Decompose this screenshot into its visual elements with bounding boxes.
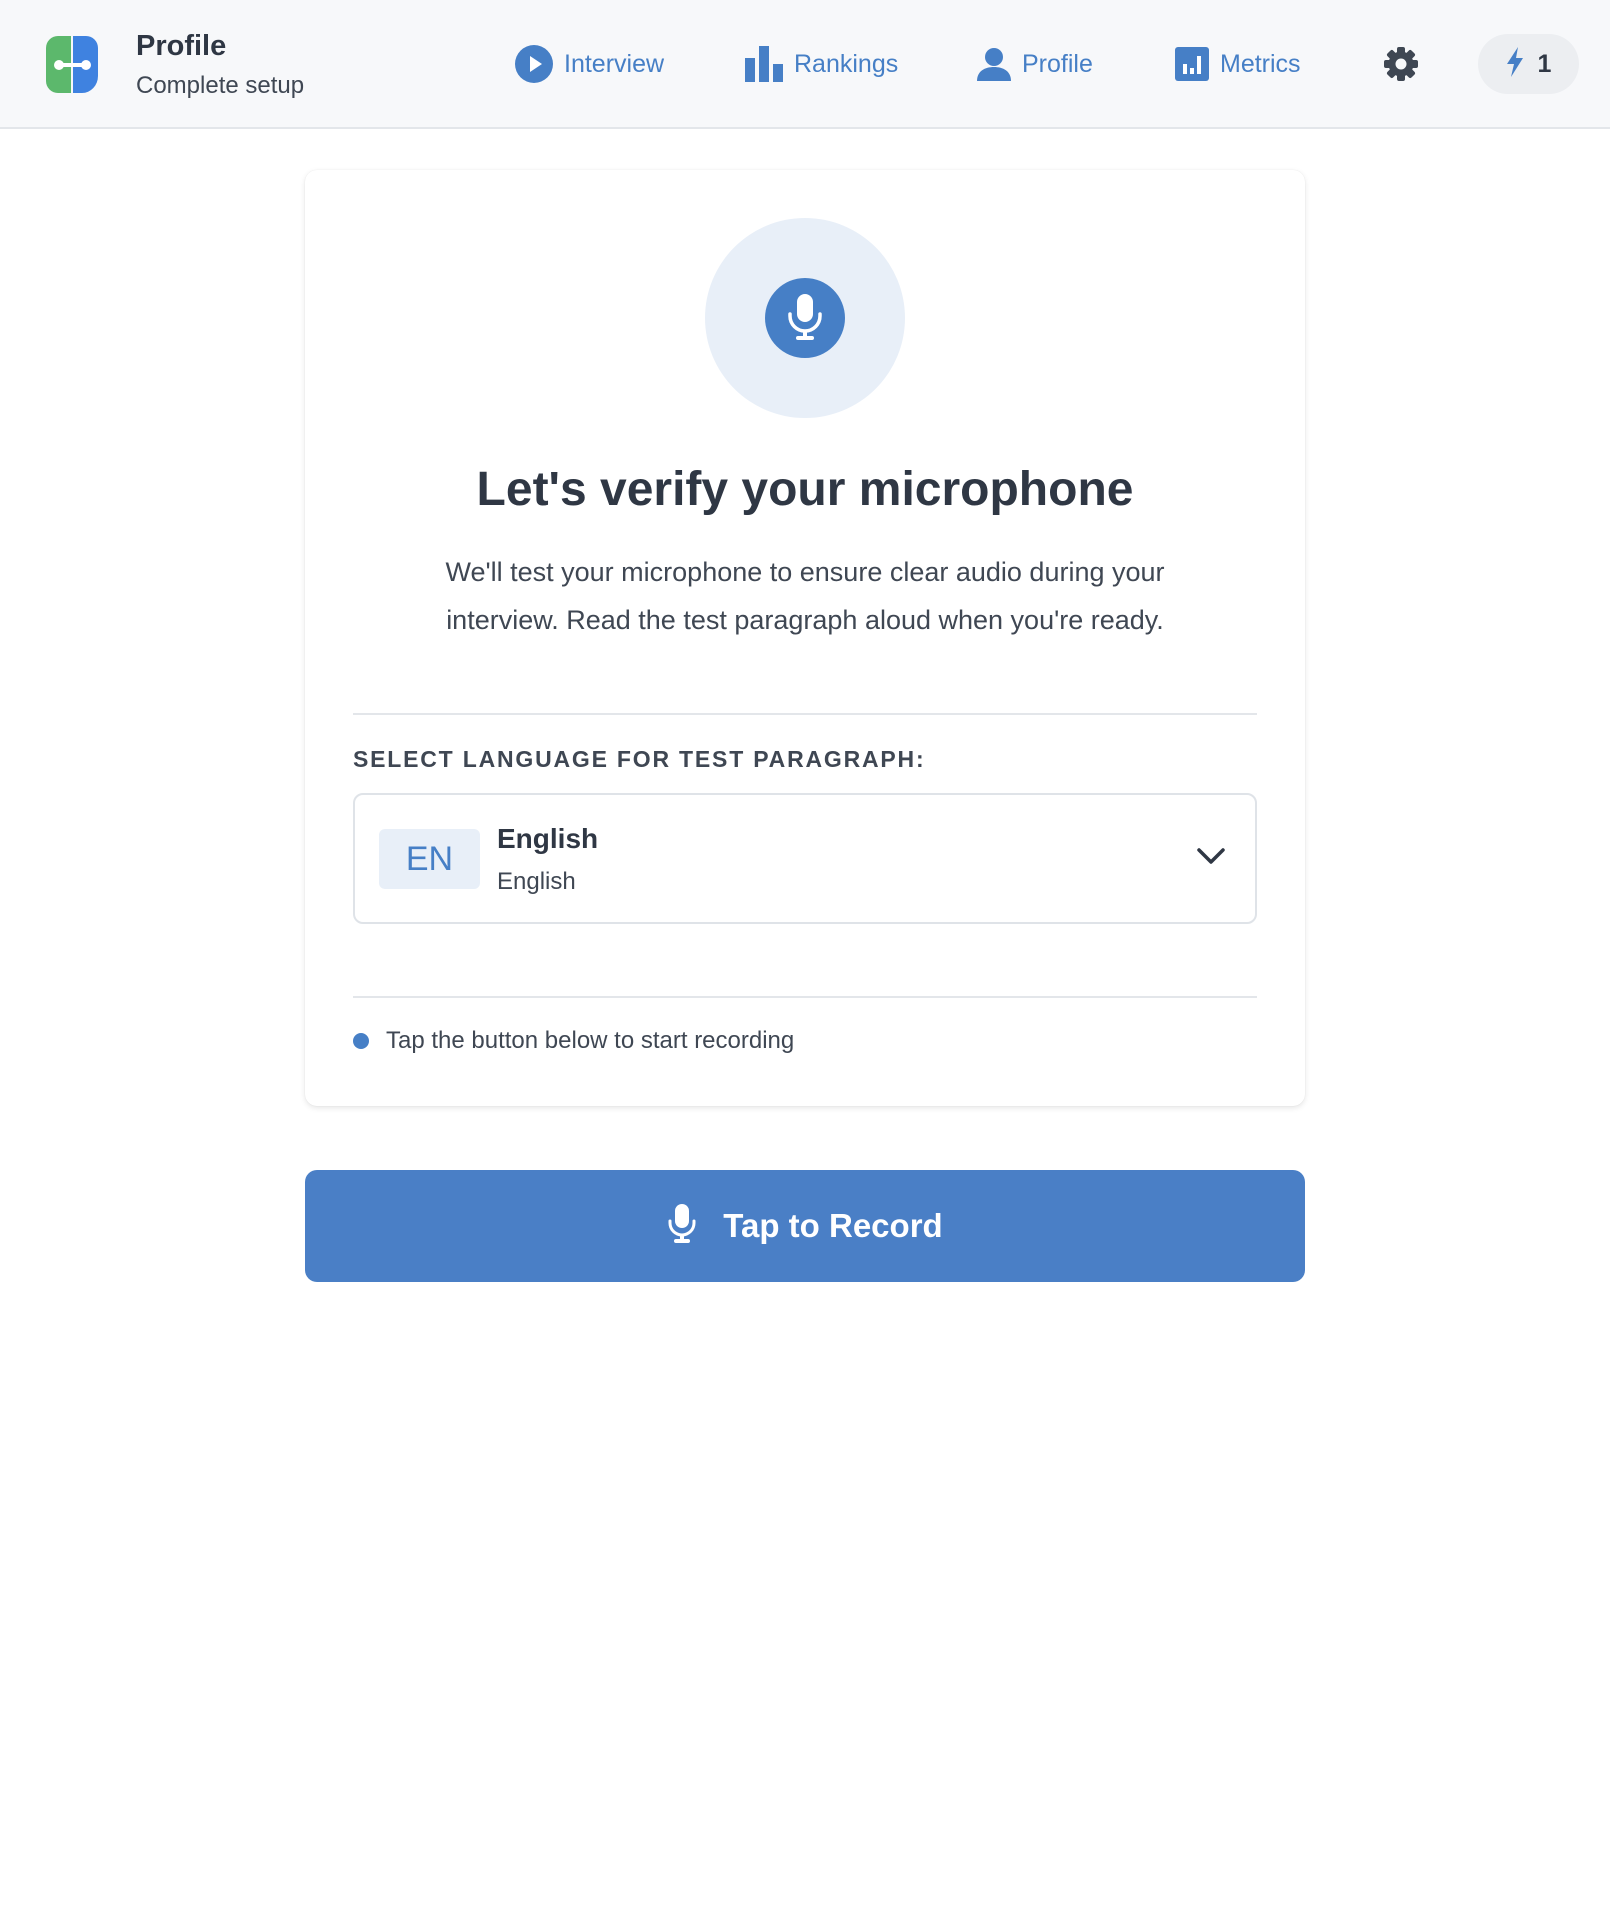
nav-interview-label: Interview xyxy=(564,49,665,78)
nav-rankings[interactable]: Rankings xyxy=(745,42,898,86)
gear-icon[interactable] xyxy=(1383,46,1419,82)
nav-metrics[interactable]: Metrics xyxy=(1175,42,1301,86)
top-header: Profile Complete setup Interview Ranking… xyxy=(0,0,1610,129)
user-icon xyxy=(977,47,1011,81)
language-native-name: English xyxy=(497,868,576,895)
microphone-icon xyxy=(667,1203,697,1249)
page-title: Profile xyxy=(136,30,227,62)
nav-metrics-label: Metrics xyxy=(1220,49,1301,78)
language-name: English xyxy=(497,823,599,854)
record-button[interactable]: Tap to Record xyxy=(305,1170,1305,1282)
chevron-down-icon[interactable] xyxy=(1197,847,1225,870)
divider xyxy=(353,713,1257,715)
lightning-icon xyxy=(1506,46,1524,82)
microphone-icon xyxy=(765,278,845,358)
recording-status: Tap the button below to start recording xyxy=(353,1027,794,1055)
mic-illustration xyxy=(705,218,905,418)
credits-badge[interactable]: 1 xyxy=(1478,34,1579,94)
metrics-icon xyxy=(1175,47,1209,81)
mic-check-card: Let's verify your microphone We'll test … xyxy=(305,170,1305,1106)
language-code-badge: EN xyxy=(379,829,480,889)
app-logo-icon[interactable] xyxy=(46,36,98,93)
nav-profile[interactable]: Profile xyxy=(977,42,1093,86)
divider xyxy=(353,996,1257,998)
nav-profile-label: Profile xyxy=(1022,49,1093,78)
bar-chart-icon xyxy=(745,46,783,82)
language-label: SELECT LANGUAGE FOR TEST PARAGRAPH: xyxy=(353,746,926,772)
page-subtitle: Complete setup xyxy=(136,72,305,99)
play-circle-icon xyxy=(515,45,553,83)
nav-interview[interactable]: Interview xyxy=(515,42,664,86)
nav-rankings-label: Rankings xyxy=(794,49,899,78)
status-text: Tap the button below to start recording xyxy=(386,1027,795,1054)
record-button-label: Tap to Record xyxy=(723,1207,943,1244)
language-select[interactable]: EN English English xyxy=(353,793,1257,924)
card-description: We'll test your microphone to ensure cle… xyxy=(445,557,1165,635)
status-dot-icon xyxy=(353,1033,369,1049)
card-title: Let's verify your microphone xyxy=(476,463,1134,516)
credits-count: 1 xyxy=(1537,49,1552,78)
